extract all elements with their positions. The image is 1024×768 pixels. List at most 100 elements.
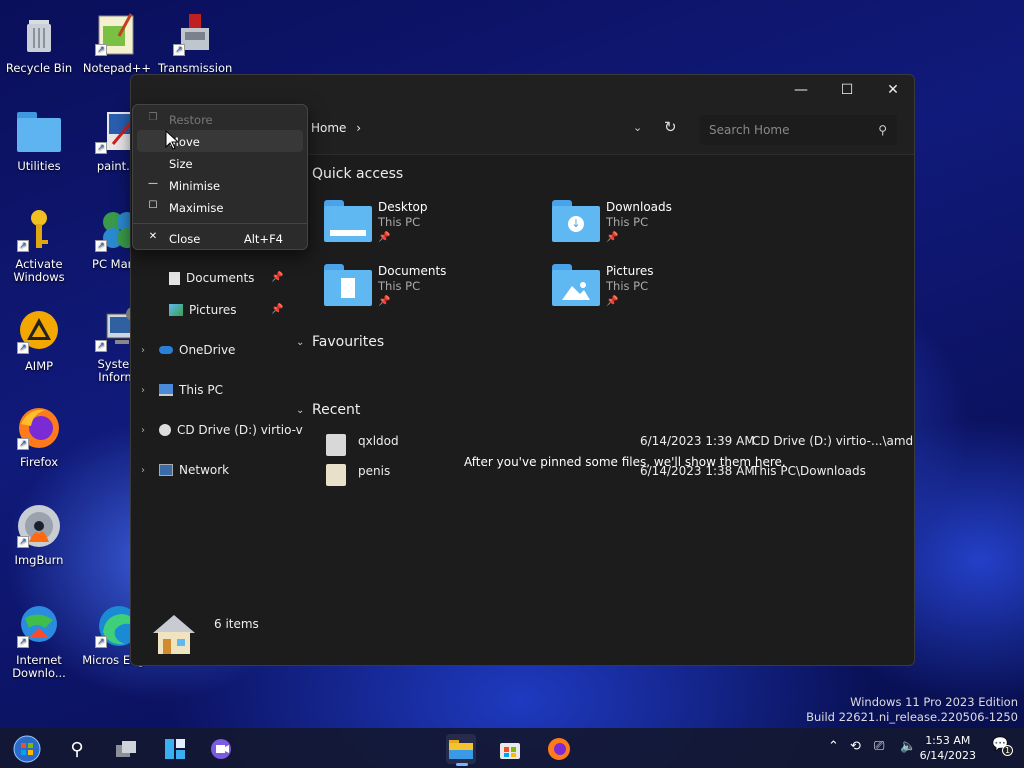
recent-location: CD Drive (D:) virtio-...\amd64 [752,434,915,448]
desktop-icon-recycle-bin[interactable]: Recycle Bin [2,10,76,75]
status-item-count: 6 items [214,617,259,631]
recent-location: This PC\Downloads [752,464,866,478]
window-system-menu: ❐ Restore Move Size — Minimise ☐ Maximis… [132,104,308,250]
desktop-icon-firefox[interactable]: ↗ Firefox [2,404,76,469]
menu-item-size[interactable]: Size [137,152,303,174]
firefox-icon: ↗ [15,404,63,452]
section-quick-access[interactable]: Quick access [312,166,403,182]
shortcut-arrow-icon: ↗ [173,44,185,56]
menu-item-maximise[interactable]: ☐ Maximise [137,196,303,218]
chevron-down-icon[interactable]: ⌄ [296,405,312,416]
widgets-button[interactable] [160,734,190,764]
minimize-button[interactable]: — [778,75,824,105]
quick-access-location: This PC [378,215,421,229]
desktop-icon-label: Activate Windows [13,257,65,284]
sidebar-item-pictures[interactable]: Pictures [169,298,237,322]
section-title: Quick access [312,166,404,182]
chevron-right-icon[interactable]: › [141,385,159,396]
chevron-right-icon: › [356,121,362,135]
taskbar-microsoft-store[interactable] [495,734,525,764]
system-clock[interactable]: 1:53 AM 6/14/2023 [920,733,976,763]
taskbar-search-button[interactable]: ⚲ [62,734,92,764]
chevron-right-icon[interactable]: › [141,345,159,356]
recycle-bin-icon [15,10,63,58]
mouse-cursor-icon [165,130,179,150]
search-box[interactable]: Search Home ⚲ [699,115,897,145]
chat-button[interactable] [207,734,237,764]
folder-icon [15,108,63,156]
refresh-button[interactable]: ↻ [664,118,677,136]
transmission-icon: ↗ [171,10,219,58]
network-icon [159,464,173,476]
quick-access-location: This PC [378,279,421,293]
breadcrumb-home[interactable]: Home [311,121,346,135]
show-hidden-icons-button[interactable]: ⌃ [828,739,839,754]
volume-muted-icon[interactable]: 🔈 [900,739,916,754]
taskbar-file-explorer[interactable] [446,734,476,766]
desktop-icon-internet-download[interactable]: ↗ Internet Downlo... [2,602,76,680]
clock-date: 6/14/2023 [919,749,976,762]
taskbar-firefox[interactable] [544,734,574,764]
shortcut-arrow-icon: ↗ [17,536,29,548]
menu-item-shortcut: Alt+F4 [243,232,283,246]
sidebar-item-label: This PC [179,383,223,397]
recent-date: 6/14/2023 1:39 AM [640,434,755,448]
minimize-icon: — [148,178,158,189]
sidebar-item-network[interactable]: › Network [141,458,229,482]
pin-icon: 📌 [271,304,284,315]
chevron-right-icon[interactable]: › [141,425,159,436]
cloud-icon [159,346,173,354]
search-input[interactable]: Search Home [709,123,789,137]
desktop-icon-imgburn[interactable]: ↗ ImgBurn [2,502,76,567]
restore-icon: ❐ [148,112,158,123]
recent-row[interactable]: qxldod 6/14/2023 1:39 AM CD Drive (D:) v… [326,428,915,456]
quick-access-name: Pictures [606,264,654,278]
quick-access-desktop[interactable]: Desktop This PC 📌 [324,200,428,245]
desktop-icon-utilities[interactable]: Utilities [2,108,76,173]
sidebar-item-documents[interactable]: Documents [169,266,254,290]
menu-item-restore[interactable]: ❐ Restore [137,108,303,130]
recent-row[interactable]: penis 6/14/2023 1:38 AM This PC\Download… [326,458,914,486]
chevron-right-icon[interactable]: › [141,465,159,476]
menu-item-minimise[interactable]: — Minimise [137,174,303,196]
address-dropdown-button[interactable]: ⌄ [633,121,642,134]
menu-item-close[interactable]: ✕ Close Alt+F4 [137,227,303,249]
menu-item-move[interactable]: Move [137,130,303,152]
shortcut-arrow-icon: ↗ [95,240,107,252]
desktop-icon-transmission[interactable]: ↗ Transmission [158,10,232,75]
desktop-icon-notepad-plus[interactable]: ↗ Notepad++ [80,10,154,75]
section-favourites[interactable]: ⌄ Favourites [296,334,384,350]
quick-access-downloads[interactable]: ↓ Downloads This PC 📌 [552,200,672,245]
task-view-button[interactable] [111,734,141,764]
quick-access-pictures[interactable]: Pictures This PC 📌 [552,264,654,309]
desktop-icon-aimp[interactable]: ↗ AIMP [2,308,76,373]
windows-build-watermark: Windows 11 Pro 2023 Edition Build 22621.… [806,695,1018,725]
watermark-edition: Windows 11 Pro 2023 Edition [850,695,1018,709]
quick-access-documents[interactable]: Documents This PC 📌 [324,264,446,309]
sidebar-item-this-pc[interactable]: › This PC [141,378,223,402]
sidebar-item-cd-drive[interactable]: › CD Drive (D:) virtio-v [141,418,303,442]
watermark-build: Build 22621.ni_release.220506-1250 [806,710,1018,724]
network-status-icon[interactable]: ⎚ [874,739,884,754]
shortcut-arrow-icon: ↗ [17,636,29,648]
section-recent[interactable]: ⌄ Recent [296,402,360,418]
title-bar[interactable]: — ☐ ✕ [131,75,914,107]
sidebar-item-label: OneDrive [179,343,236,357]
sync-icon[interactable]: ⟲ [850,739,861,754]
sidebar-item-onedrive[interactable]: › OneDrive [141,338,235,362]
desktop-icon-activate-windows[interactable]: ↗ Activate Windows [2,206,76,284]
certificate-file-icon [326,464,346,486]
chevron-down-icon[interactable]: ⌄ [296,337,312,348]
maximize-button[interactable]: ☐ [824,75,870,105]
close-button[interactable]: ✕ [870,75,914,105]
menu-divider [133,223,307,224]
notification-center-button[interactable]: 💬 1 [992,737,1013,756]
start-button[interactable] [10,734,44,764]
desktop-icon-label: Internet Downlo... [12,653,66,680]
quick-access-location: This PC [606,279,649,293]
firefox-icon [548,738,570,760]
documents-folder-icon [324,264,372,306]
widgets-icon [165,739,185,759]
shortcut-arrow-icon: ↗ [95,636,107,648]
breadcrumb[interactable]: Home › [311,121,361,135]
